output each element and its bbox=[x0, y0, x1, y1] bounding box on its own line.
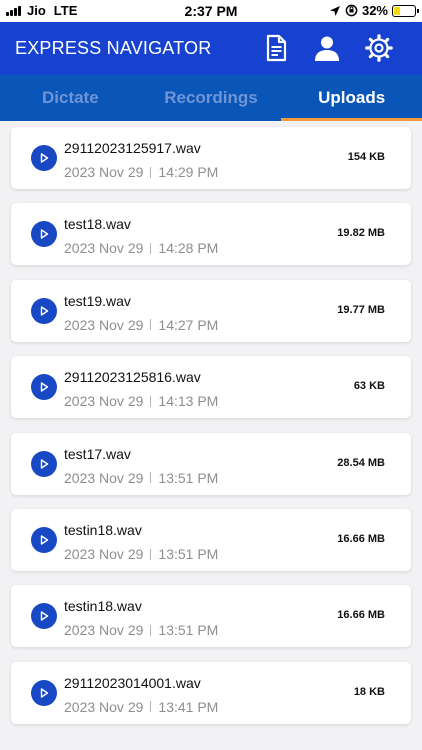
play-icon[interactable] bbox=[31, 297, 57, 324]
settings-gear-icon[interactable] bbox=[363, 32, 395, 64]
file-date: 2023 Nov 29 bbox=[64, 469, 144, 486]
tab-recordings[interactable]: Recordings bbox=[141, 75, 282, 121]
orientation-lock-icon bbox=[345, 4, 358, 17]
file-size: 154 KB bbox=[347, 151, 385, 163]
play-icon[interactable] bbox=[31, 679, 57, 706]
user-icon[interactable] bbox=[311, 32, 343, 64]
meta-separator bbox=[150, 319, 152, 331]
file-time: 14:13 PM bbox=[158, 393, 219, 410]
tab-dictate[interactable]: Dictate bbox=[0, 75, 141, 121]
file-name: 29112023125917.wav bbox=[64, 140, 201, 156]
play-icon[interactable] bbox=[31, 527, 57, 553]
file-name: test17.wav bbox=[64, 445, 131, 462]
file-date: 2023 Nov 29 bbox=[64, 240, 144, 257]
file-time: 13:51 PM bbox=[158, 546, 219, 562]
file-time: 13:51 PM bbox=[158, 469, 219, 486]
file-meta: 2023 Nov 29 13:41 PM bbox=[64, 699, 218, 715]
play-icon[interactable] bbox=[31, 145, 57, 171]
file-meta: 2023 Nov 29 13:51 PM bbox=[64, 546, 218, 562]
app-title: EXPRESS NAVIGATOR bbox=[15, 38, 212, 58]
file-time: 13:51 PM bbox=[158, 622, 219, 639]
file-time: 14:27 PM bbox=[158, 316, 219, 333]
battery-percent: 32% bbox=[361, 3, 388, 18]
file-meta: 2023 Nov 29 13:51 PM bbox=[64, 622, 218, 638]
tab-uploads[interactable]: Uploads bbox=[281, 75, 422, 121]
file-date: 2023 Nov 29 bbox=[64, 164, 144, 180]
meta-separator bbox=[150, 166, 152, 178]
play-icon[interactable] bbox=[31, 221, 57, 248]
status-bar: Jio LTE 2:37 PM 32% bbox=[0, 0, 422, 22]
file-name: 29112023125816.wav bbox=[64, 369, 201, 386]
upload-list-item[interactable]: test18.wav 2023 Nov 29 14:28 PM 19.82 MB bbox=[11, 203, 411, 266]
file-size: 19.77 MB bbox=[337, 303, 385, 316]
file-date: 2023 Nov 29 bbox=[64, 698, 144, 715]
file-name: testin18.wav bbox=[64, 522, 142, 538]
file-date: 2023 Nov 29 bbox=[64, 622, 144, 639]
status-right: 32% bbox=[329, 3, 419, 18]
meta-separator bbox=[150, 548, 152, 560]
uploads-list: 29112023125917.wav 2023 Nov 29 14:29 PM 154… bbox=[0, 121, 422, 750]
document-icon[interactable] bbox=[260, 32, 292, 64]
meta-separator bbox=[150, 701, 152, 713]
upload-list-item[interactable]: test17.wav 2023 Nov 29 13:51 PM 28.54 MB bbox=[11, 432, 411, 495]
play-icon[interactable] bbox=[31, 374, 57, 401]
location-arrow-icon bbox=[329, 5, 340, 16]
file-time: 14:29 PM bbox=[158, 164, 219, 180]
file-date: 2023 Nov 29 bbox=[64, 393, 144, 410]
file-name: 29112023014001.wav bbox=[64, 674, 201, 691]
file-size: 63 KB bbox=[353, 380, 385, 393]
file-size: 19.82 MB bbox=[337, 227, 385, 240]
upload-list-item[interactable]: 29112023014001.wav 2023 Nov 29 13:41 PM 18 … bbox=[11, 661, 411, 724]
tab-bar: Dictate Recordings Uploads bbox=[0, 75, 422, 121]
upload-list-item[interactable]: testin18.wav 2023 Nov 29 13:51 PM 16.66 MB bbox=[11, 585, 411, 648]
file-meta: 2023 Nov 29 14:28 PM bbox=[64, 240, 218, 256]
file-size: 18 KB bbox=[353, 685, 385, 698]
meta-separator bbox=[150, 242, 152, 254]
upload-list-item[interactable]: testin18.wav 2023 Nov 29 13:51 PM 16.66 MB bbox=[11, 509, 411, 571]
file-time: 13:41 PM bbox=[158, 698, 219, 715]
file-meta: 2023 Nov 29 14:27 PM bbox=[64, 317, 218, 333]
file-meta: 2023 Nov 29 14:29 PM bbox=[64, 164, 218, 180]
file-size: 16.66 MB bbox=[337, 609, 385, 622]
file-size: 16.66 MB bbox=[337, 533, 385, 545]
play-icon[interactable] bbox=[31, 450, 57, 477]
file-size: 28.54 MB bbox=[337, 456, 385, 469]
meta-separator bbox=[150, 624, 152, 636]
file-date: 2023 Nov 29 bbox=[64, 316, 144, 333]
file-date: 2023 Nov 29 bbox=[64, 546, 144, 562]
upload-list-item[interactable]: 29112023125917.wav 2023 Nov 29 14:29 PM 154… bbox=[11, 127, 411, 189]
file-name: testin18.wav bbox=[64, 598, 142, 615]
file-name: test18.wav bbox=[64, 216, 131, 233]
upload-list-item[interactable]: 29112023125816.wav 2023 Nov 29 14:13 PM 63 … bbox=[11, 356, 411, 419]
file-name: test19.wav bbox=[64, 292, 131, 309]
play-icon[interactable] bbox=[31, 603, 57, 630]
meta-separator bbox=[150, 395, 152, 407]
upload-list-item[interactable]: test19.wav 2023 Nov 29 14:27 PM 19.77 MB bbox=[11, 279, 411, 342]
file-time: 14:28 PM bbox=[158, 240, 219, 257]
battery-icon bbox=[392, 4, 419, 17]
meta-separator bbox=[150, 472, 152, 484]
file-meta: 2023 Nov 29 13:51 PM bbox=[64, 470, 218, 486]
app-header: EXPRESS NAVIGATOR bbox=[0, 22, 422, 75]
file-meta: 2023 Nov 29 14:13 PM bbox=[64, 393, 218, 409]
